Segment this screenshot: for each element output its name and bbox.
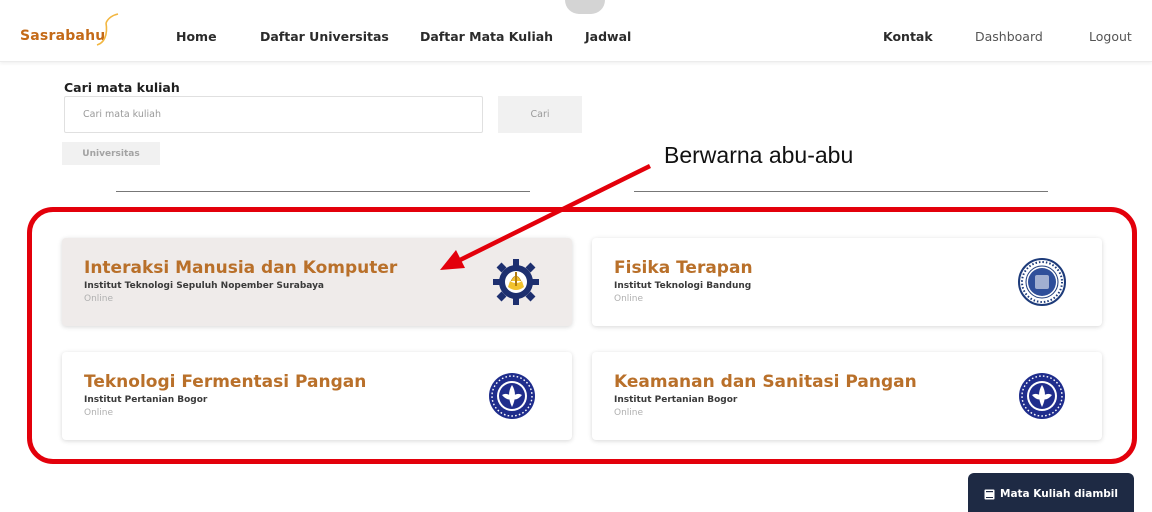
course-mode: Online [84, 408, 114, 418]
brand-swoosh-icon [96, 13, 119, 46]
course-mode: Online [614, 408, 644, 418]
course-title: Teknologi Fermentasi Pangan [84, 372, 367, 392]
course-title: Interaksi Manusia dan Komputer [84, 258, 398, 278]
course-mode: Online [614, 294, 644, 304]
divider-left [116, 191, 530, 192]
course-card[interactable]: Teknologi Fermentasi Pangan Institut Per… [62, 352, 572, 440]
nav-daftar-universitas[interactable]: Daftar Universitas [260, 29, 389, 44]
ipb-logo-icon [1019, 373, 1065, 419]
nav-jadwal[interactable]: Jadwal [585, 29, 631, 44]
annotation-label: Berwarna abu-abu [664, 142, 854, 168]
course-title: Keamanan dan Sanitasi Pangan [614, 372, 917, 392]
book-icon [984, 489, 995, 500]
nav-home[interactable]: Home [176, 29, 217, 44]
course-institution: Institut Pertanian Bogor [614, 395, 738, 405]
nav-scroll-indicator [565, 0, 605, 14]
brand-logo[interactable]: Sasrabahu [20, 13, 119, 49]
course-institution: Institut Pertanian Bogor [84, 395, 208, 405]
nav-dashboard[interactable]: Dashboard [975, 29, 1043, 44]
course-card[interactable]: Keamanan dan Sanitasi Pangan Institut Pe… [592, 352, 1102, 440]
floating-button-label: Mata Kuliah diambil [1000, 488, 1118, 500]
universitas-filter-button[interactable]: Universitas [62, 142, 160, 165]
mata-kuliah-diambil-button[interactable]: Mata Kuliah diambil [968, 473, 1134, 512]
divider-right [634, 191, 1048, 192]
course-institution: Institut Teknologi Bandung [614, 281, 752, 291]
nav-kontak[interactable]: Kontak [883, 29, 933, 44]
course-mode: Online [84, 294, 114, 304]
course-title: Fisika Terapan [614, 258, 753, 278]
nav-logout[interactable]: Logout [1089, 29, 1132, 44]
course-card[interactable]: Fisika Terapan Institut Teknologi Bandun… [592, 238, 1102, 326]
nav-daftar-mata-kuliah[interactable]: Daftar Mata Kuliah [420, 29, 553, 44]
itb-logo-icon [1018, 258, 1066, 306]
course-institution: Institut Teknologi Sepuluh Nopember Sura… [84, 281, 325, 291]
course-card[interactable]: Interaksi Manusia dan Komputer Institut … [62, 238, 572, 326]
navbar: Sasrabahu Home Daftar Universitas Daftar… [0, 0, 1152, 62]
search-heading: Cari mata kuliah [64, 80, 180, 95]
search-button[interactable]: Cari [498, 96, 582, 133]
search-input[interactable] [64, 96, 483, 133]
its-logo-icon [493, 259, 539, 305]
brand-name: Sasrabahu [20, 28, 106, 44]
ipb-logo-icon [489, 373, 535, 419]
